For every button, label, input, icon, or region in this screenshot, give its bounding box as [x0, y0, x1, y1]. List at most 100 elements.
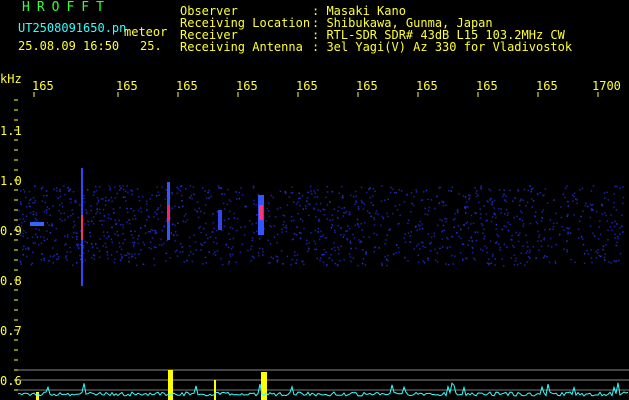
noise-pixel [307, 247, 310, 249]
noise-pixel [72, 264, 74, 266]
noise-pixel [344, 212, 347, 214]
noise-pixel [49, 255, 51, 257]
noise-pixel [343, 212, 345, 214]
noise-pixel [61, 205, 64, 208]
noise-pixel [97, 199, 100, 201]
noise-pixel [488, 188, 490, 190]
noise-pixel [410, 231, 412, 233]
noise-pixel [223, 193, 226, 195]
noise-pixel [191, 197, 193, 200]
noise-pixel [604, 197, 606, 199]
noise-pixel [373, 251, 375, 253]
noise-pixel [326, 191, 329, 193]
noise-pixel [283, 215, 286, 217]
noise-pixel [282, 263, 284, 265]
noise-pixel [537, 193, 539, 195]
noise-pixel [438, 187, 440, 189]
noise-pixel [97, 201, 100, 203]
noise-pixel [64, 219, 66, 221]
noise-pixel [573, 195, 575, 198]
noise-pixel [498, 243, 500, 245]
noise-pixel [159, 204, 162, 207]
spectrogram-plot [14, 92, 629, 400]
noise-pixel [93, 191, 96, 193]
noise-pixel [131, 256, 133, 258]
noise-pixel [205, 222, 207, 225]
noise-pixel [253, 203, 255, 205]
noise-pixel [138, 199, 141, 202]
noise-pixel [333, 246, 336, 249]
noise-pixel [365, 251, 367, 253]
noise-pixel [521, 211, 523, 214]
noise-pixel [137, 209, 140, 212]
noise-pixel [79, 243, 82, 246]
noise-pixel [25, 205, 28, 208]
noise-pixel [424, 213, 427, 216]
noise-pixel [39, 236, 42, 238]
noise-pixel [22, 235, 24, 238]
noise-pixel [613, 206, 615, 208]
noise-pixel [528, 252, 531, 254]
noise-pixel [622, 231, 624, 233]
noise-pixel [20, 203, 22, 205]
noise-pixel [375, 210, 378, 212]
noise-pixel [132, 210, 135, 212]
noise-pixel [84, 223, 86, 225]
noise-pixel [304, 205, 307, 207]
noise-pixel [469, 194, 471, 197]
noise-pixel [65, 243, 67, 245]
noise-pixel [111, 200, 113, 203]
noise-pixel [499, 246, 502, 249]
noise-pixel [123, 188, 125, 191]
noise-pixel [337, 217, 339, 219]
noise-pixel [505, 208, 508, 211]
noise-pixel [520, 252, 523, 254]
noise-pixel [497, 235, 500, 237]
noise-pixel [208, 251, 210, 253]
noise-pixel [241, 194, 244, 196]
noise-pixel [541, 211, 543, 213]
noise-pixel [319, 202, 322, 205]
noise-pixel [171, 207, 173, 209]
noise-pixel [126, 185, 128, 187]
noise-pixel [457, 211, 459, 214]
noise-pixel [247, 249, 249, 252]
noise-pixel [476, 231, 479, 234]
noise-pixel [294, 254, 296, 257]
noise-pixel [322, 208, 324, 210]
noise-pixel [446, 236, 448, 239]
noise-pixel [25, 215, 28, 217]
noise-pixel [337, 246, 339, 249]
noise-pixel [567, 200, 569, 203]
noise-pixel [128, 223, 131, 225]
noise-pixel [314, 248, 316, 251]
noise-pixel [309, 203, 311, 206]
noise-pixel [389, 191, 392, 194]
noise-pixel [35, 212, 37, 214]
noise-pixel [232, 246, 234, 248]
noise-pixel [488, 263, 490, 266]
noise-pixel [374, 190, 376, 192]
noise-pixel [52, 205, 54, 207]
noise-pixel [471, 251, 474, 254]
noise-pixel [599, 220, 601, 222]
noise-pixel [299, 197, 302, 199]
noise-pixel [153, 216, 155, 218]
noise-pixel [544, 228, 546, 231]
noise-pixel [320, 230, 322, 233]
noise-pixel [134, 230, 136, 233]
noise-pixel [45, 212, 48, 214]
noise-pixel [468, 239, 470, 242]
noise-pixel [357, 264, 359, 267]
noise-pixel [416, 229, 418, 232]
noise-pixel [554, 262, 557, 265]
noise-pixel [546, 202, 549, 204]
noise-pixel [570, 258, 572, 261]
noise-pixel [426, 213, 429, 216]
noise-pixel [448, 190, 450, 192]
noise-pixel [576, 199, 578, 201]
noise-pixel [595, 256, 598, 259]
noise-pixel [229, 210, 231, 213]
noise-pixel [507, 212, 509, 214]
noise-pixel [470, 214, 473, 217]
